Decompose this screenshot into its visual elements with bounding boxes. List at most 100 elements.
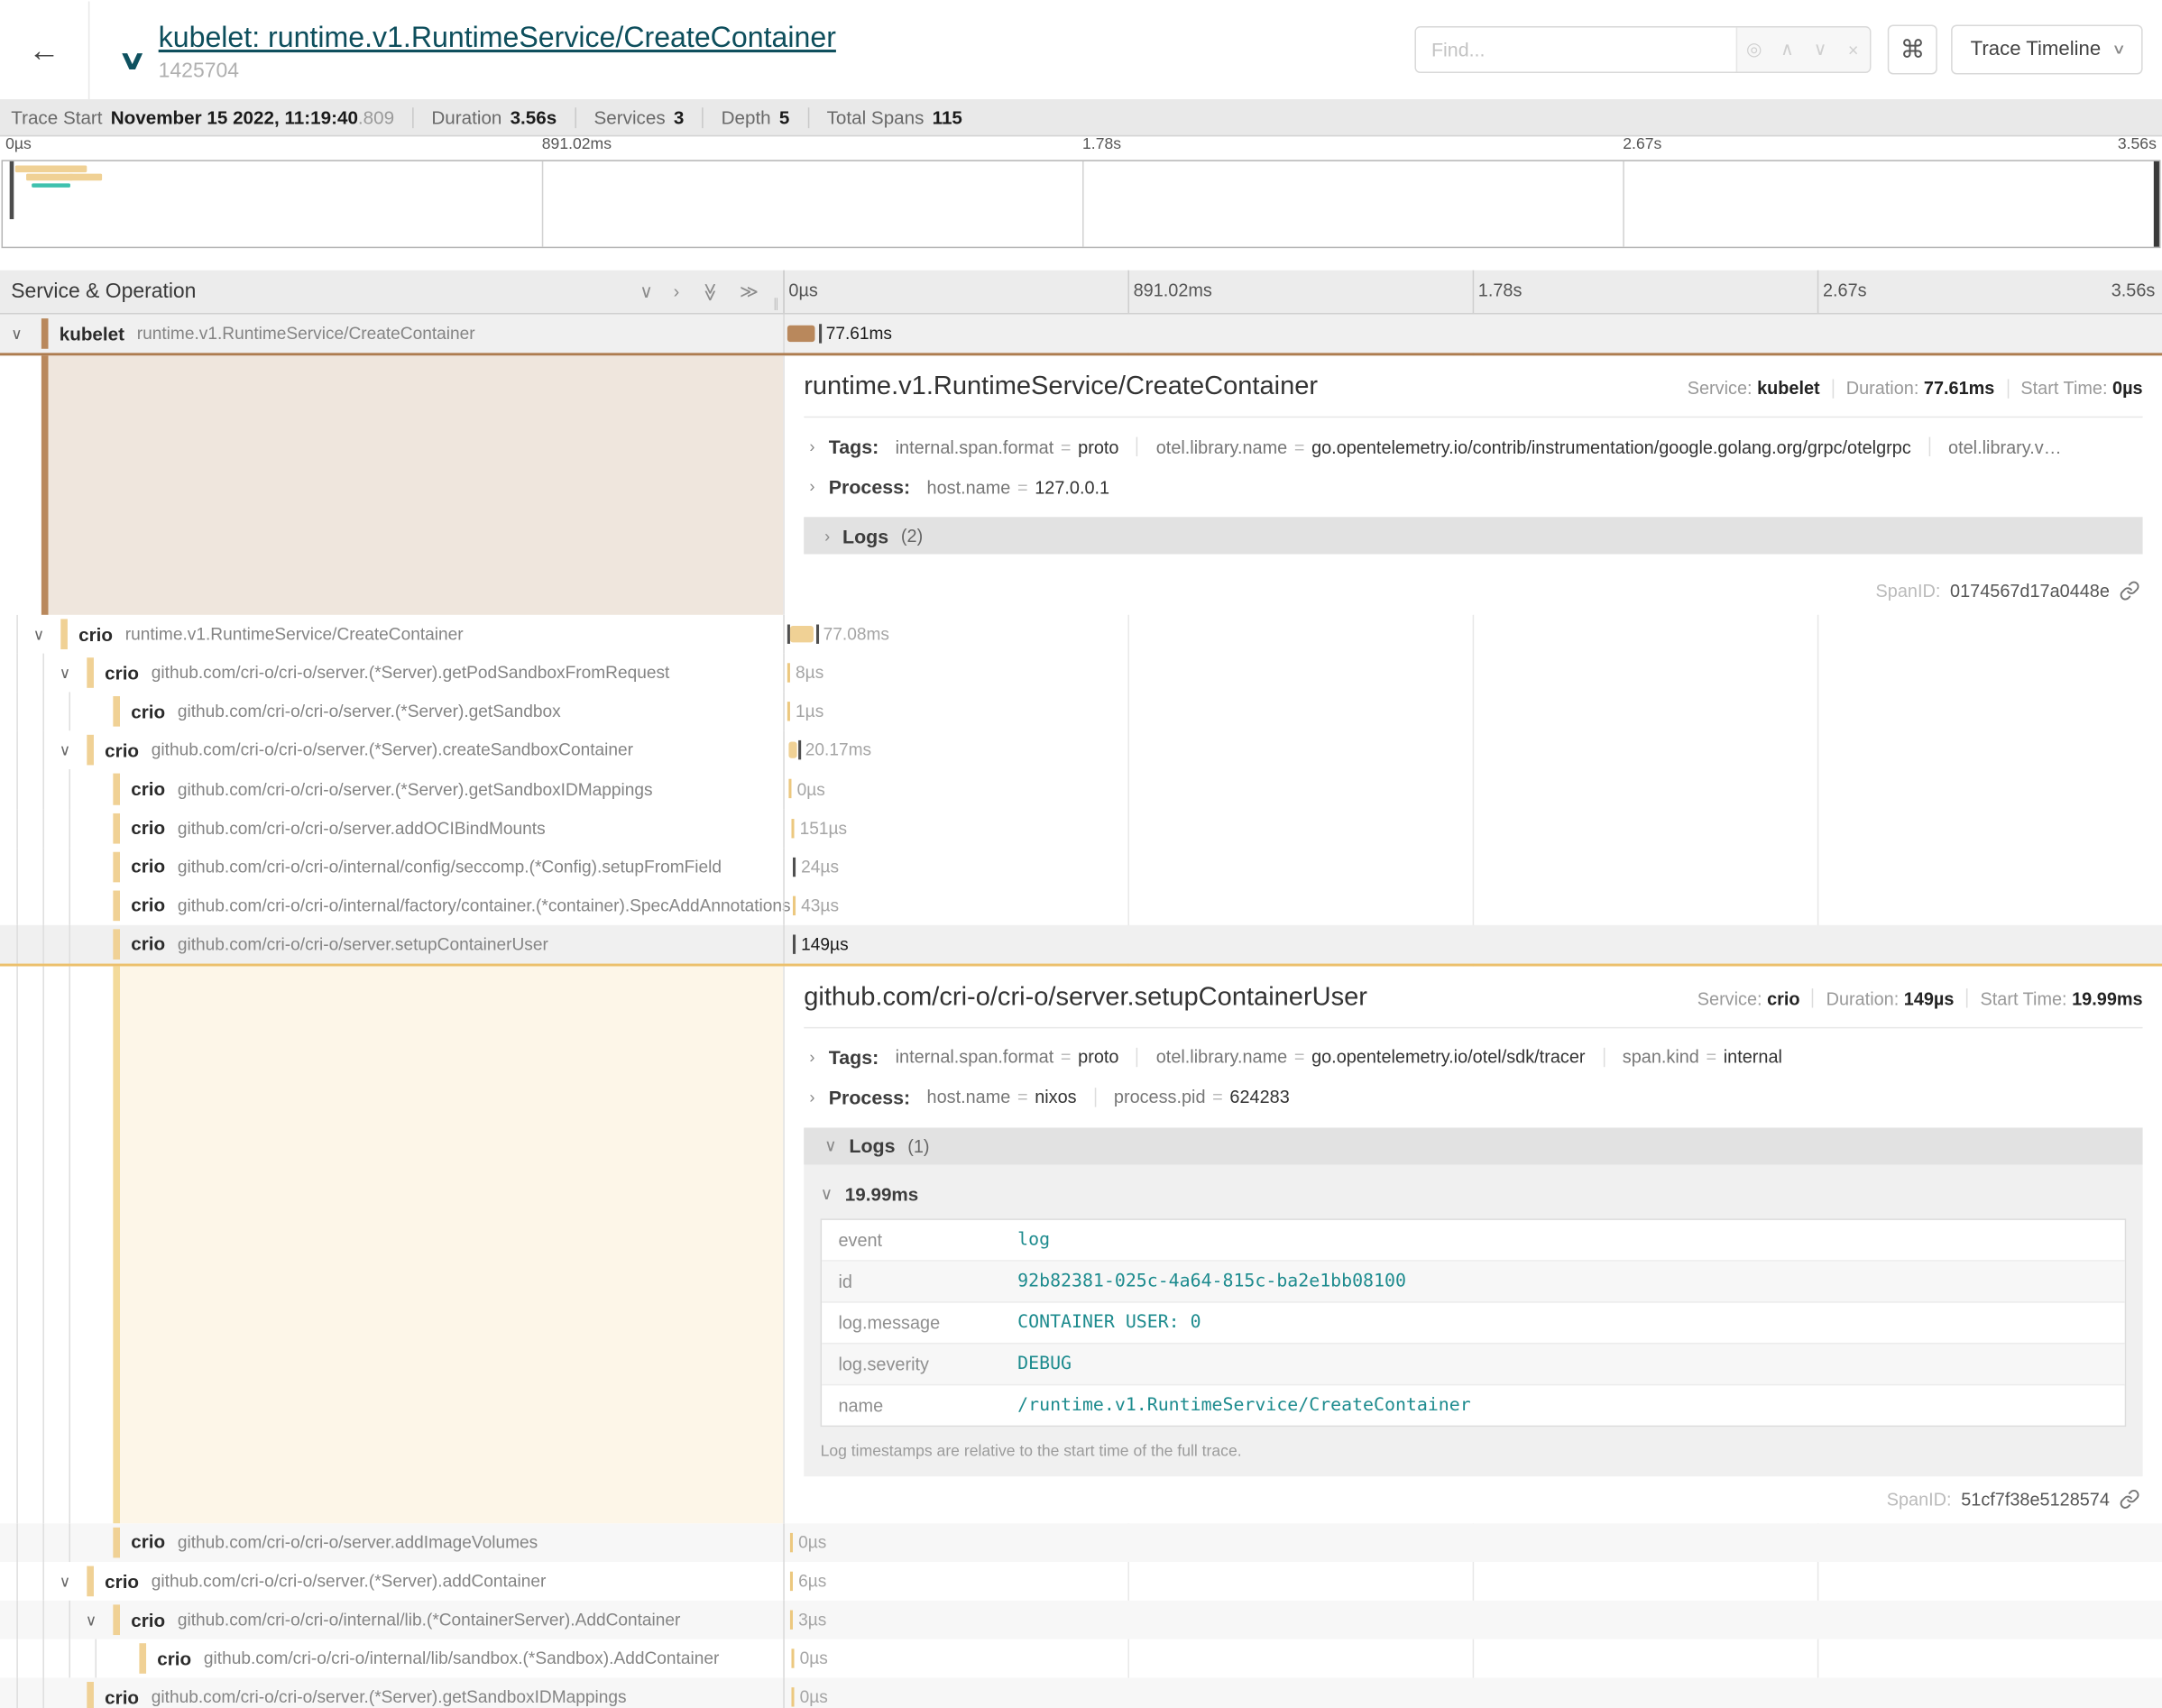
span-duration: 43µs bbox=[801, 895, 839, 914]
table-row: id92b82381-025c-4a64-815c-ba2e1bb08100 bbox=[822, 1262, 2125, 1303]
trace-header-collapse-icon[interactable]: ∨ bbox=[118, 45, 147, 77]
span-row-getsandboxidmappings[interactable]: criogithub.com/cri-o/cri-o/server.(*Serv… bbox=[0, 770, 2162, 809]
link-icon[interactable] bbox=[2120, 1489, 2140, 1510]
detail-operation-name: runtime.v1.RuntimeService/CreateContaine… bbox=[804, 372, 1318, 403]
span-row-addocibindmounts[interactable]: criogithub.com/cri-o/cri-o/server.addOCI… bbox=[0, 809, 2162, 848]
find-next-icon[interactable]: ∨ bbox=[1804, 28, 1837, 72]
span-bar-cell[interactable]: 20.17ms bbox=[783, 731, 2162, 770]
minimap-right-scrubber[interactable] bbox=[2154, 161, 2159, 247]
service-color-bar bbox=[113, 851, 120, 882]
span-bar-cell[interactable]: 0µs bbox=[783, 770, 2162, 809]
link-icon[interactable] bbox=[2120, 581, 2140, 601]
span-bar-cell[interactable]: 151µs bbox=[783, 809, 2162, 848]
span-bar[interactable] bbox=[791, 1649, 794, 1668]
span-bar[interactable] bbox=[787, 664, 790, 683]
chevron-down-icon[interactable]: ∨ bbox=[11, 315, 22, 354]
process-accordion[interactable]: › Process: host.name=127.0.0.1 bbox=[804, 476, 2142, 498]
span-bar-cell[interactable]: 149µs bbox=[783, 925, 2162, 964]
span-duration: 20.17ms bbox=[805, 741, 871, 760]
minimap-span bbox=[15, 165, 87, 172]
chevron-down-icon[interactable]: ∨ bbox=[60, 654, 70, 693]
span-bar-cell[interactable]: 77.61ms bbox=[783, 315, 2162, 354]
logs-body: ∨ 19.99ms eventlog id92b82381-025c-4a64-… bbox=[804, 1165, 2142, 1476]
span-bar[interactable] bbox=[790, 1533, 793, 1552]
collapse-all-icon[interactable]: ≫ bbox=[698, 282, 720, 301]
tags-accordion[interactable]: › Tags: internal.span.format=proto otel.… bbox=[804, 436, 2142, 457]
span-bar[interactable] bbox=[790, 626, 814, 642]
span-bar[interactable] bbox=[790, 1572, 793, 1591]
chevron-down-icon: ∨ bbox=[824, 1136, 836, 1155]
trace-summary-bar: Trace Start November 15 2022, 11:19:40.8… bbox=[0, 99, 2162, 136]
detail-left-gutter bbox=[0, 967, 783, 1524]
span-bar[interactable] bbox=[787, 702, 790, 721]
span-bar-cell[interactable]: 0µs bbox=[783, 1678, 2162, 1708]
span-row-seccomp-setupfromfield[interactable]: criogithub.com/cri-o/cri-o/internal/conf… bbox=[0, 848, 2162, 886]
span-row-kubelet-createcontainer[interactable]: ∨ kubeletruntime.v1.RuntimeService/Creat… bbox=[0, 315, 2162, 354]
log-entry-accordion[interactable]: ∨ 19.99ms bbox=[821, 1184, 2127, 1205]
span-row-getsandboxidmappings-2[interactable]: criogithub.com/cri-o/cri-o/server.(*Serv… bbox=[0, 1678, 2162, 1708]
find-clear-icon[interactable]: × bbox=[1836, 28, 1870, 72]
minimap-gridline bbox=[1623, 161, 1624, 247]
find-prev-icon[interactable]: ∧ bbox=[1771, 28, 1804, 72]
tags-accordion[interactable]: › Tags: internal.span.format=proto otel.… bbox=[804, 1046, 2142, 1068]
logs-accordion[interactable]: › Logs(2) bbox=[804, 517, 2142, 554]
find-focus-icon[interactable]: ◎ bbox=[1737, 28, 1771, 72]
timeline-grid-header: Service & Operation ∨ › ≫ ≫ ∥ 0µs 891.02… bbox=[0, 271, 2162, 315]
span-bar[interactable] bbox=[793, 895, 796, 914]
minimap-tick-labels: 0µs 891.02ms 1.78s 2.67s 3.56s bbox=[0, 136, 2162, 158]
span-row-specaddannotations[interactable]: criogithub.com/cri-o/cri-o/internal/fact… bbox=[0, 886, 2162, 925]
keyboard-shortcuts-button[interactable]: ⌘ bbox=[1888, 25, 1937, 75]
span-duration: 0µs bbox=[797, 780, 825, 799]
span-row-getpodsandboxfromrequest[interactable]: ∨ criogithub.com/cri-o/cri-o/server.(*Se… bbox=[0, 654, 2162, 693]
span-row-crio-createcontainer[interactable]: ∨ crioruntime.v1.RuntimeService/CreateCo… bbox=[0, 615, 2162, 654]
span-row-createsandboxcontainer[interactable]: ∨ criogithub.com/cri-o/cri-o/server.(*Se… bbox=[0, 731, 2162, 770]
span-bar[interactable] bbox=[788, 779, 791, 798]
span-row-lib-addcontainer[interactable]: ∨ criogithub.com/cri-o/cri-o/internal/li… bbox=[0, 1601, 2162, 1639]
span-bar-cell[interactable]: 1µs bbox=[783, 693, 2162, 731]
span-row-addcontainer[interactable]: ∨ criogithub.com/cri-o/cri-o/server.(*Se… bbox=[0, 1562, 2162, 1601]
span-bar-cell[interactable]: 8µs bbox=[783, 654, 2162, 693]
span-bar[interactable] bbox=[791, 818, 794, 837]
logs-accordion[interactable]: ∨ Logs(1) bbox=[804, 1127, 2142, 1164]
span-bar-cell[interactable]: 24µs bbox=[783, 848, 2162, 886]
collapse-one-icon[interactable]: ∨ bbox=[639, 280, 653, 302]
table-row: log.messageCONTAINER USER: 0 bbox=[822, 1303, 2125, 1345]
trace-title-link[interactable]: kubelet: runtime.v1.RuntimeService/Creat… bbox=[159, 22, 1415, 55]
trace-view-selector[interactable]: Trace Timeline ∨ bbox=[1951, 25, 2142, 75]
span-bar-cell[interactable]: 43µs bbox=[783, 886, 2162, 925]
process-accordion[interactable]: › Process: host.name=nixos process.pid=6… bbox=[804, 1087, 2142, 1108]
span-bar-cell[interactable]: 0µs bbox=[783, 1639, 2162, 1678]
column-resize-grip[interactable]: ∥ bbox=[773, 297, 779, 312]
service-color-bar bbox=[41, 318, 49, 349]
service-color-bar bbox=[113, 890, 120, 921]
span-bar[interactable] bbox=[790, 1611, 793, 1630]
span-bar[interactable] bbox=[793, 857, 796, 876]
service-color-bar bbox=[113, 1605, 120, 1636]
span-bar-cell[interactable]: 6µs bbox=[783, 1562, 2162, 1601]
span-row-setupcontaineruser[interactable]: criogithub.com/cri-o/cri-o/server.setupC… bbox=[0, 925, 2162, 964]
span-bar-cell[interactable]: 0µs bbox=[783, 1523, 2162, 1562]
span-bar-cell[interactable]: 77.08ms bbox=[783, 615, 2162, 654]
minimap-left-scrubber[interactable] bbox=[10, 161, 14, 219]
expand-one-icon[interactable]: › bbox=[674, 281, 680, 302]
span-row-addimagevolumes[interactable]: criogithub.com/cri-o/cri-o/server.addIma… bbox=[0, 1523, 2162, 1562]
service-color-bar bbox=[60, 620, 68, 650]
back-arrow-icon: ← bbox=[28, 31, 60, 68]
chevron-down-icon[interactable]: ∨ bbox=[86, 1601, 97, 1639]
span-bar[interactable] bbox=[793, 934, 796, 953]
back-button[interactable]: ← bbox=[0, 1, 89, 99]
detail-accent-block bbox=[120, 967, 783, 1524]
span-bar-cell[interactable]: 3µs bbox=[783, 1601, 2162, 1639]
jaeger-trace-page: ← ∨ kubelet: runtime.v1.RuntimeService/C… bbox=[0, 0, 2162, 1708]
span-row-sandbox-addcontainer[interactable]: criogithub.com/cri-o/cri-o/internal/lib/… bbox=[0, 1639, 2162, 1678]
span-row-getsandbox[interactable]: criogithub.com/cri-o/cri-o/server.(*Serv… bbox=[0, 693, 2162, 731]
chevron-down-icon[interactable]: ∨ bbox=[60, 1562, 70, 1601]
span-bar[interactable] bbox=[791, 1688, 794, 1707]
span-bar[interactable] bbox=[787, 326, 815, 342]
trace-minimap[interactable] bbox=[2, 160, 2161, 248]
chevron-down-icon[interactable]: ∨ bbox=[60, 731, 70, 770]
chevron-down-icon[interactable]: ∨ bbox=[33, 615, 44, 654]
find-input[interactable] bbox=[1416, 28, 1736, 72]
expand-all-icon[interactable]: ≫ bbox=[740, 280, 759, 302]
span-bar[interactable] bbox=[788, 742, 796, 758]
